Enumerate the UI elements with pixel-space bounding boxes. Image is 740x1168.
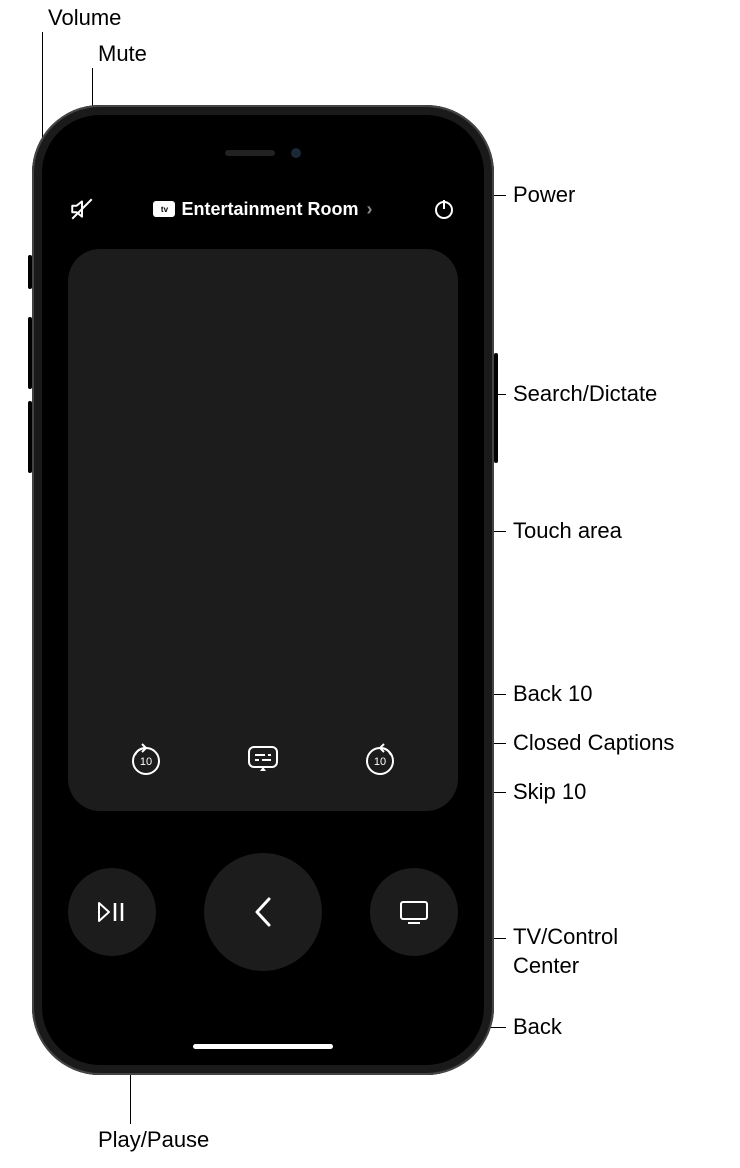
tv-control-center-button[interactable] <box>370 868 458 956</box>
speaker <box>225 150 275 156</box>
silent-switch[interactable] <box>28 255 32 289</box>
top-bar: tv Entertainment Room › <box>64 189 462 229</box>
callout-play-pause: Play/Pause <box>98 1126 209 1155</box>
tv-icon <box>398 899 430 925</box>
callout-volume: Volume <box>48 4 121 33</box>
closed-captions-icon <box>246 744 280 774</box>
svg-text:10: 10 <box>374 756 386 768</box>
back-10-icon: 10 <box>128 741 164 777</box>
phone-frame: tv Entertainment Room › 10 <box>32 105 494 1075</box>
mute-icon <box>69 196 95 222</box>
skip-10-icon: 10 <box>362 741 398 777</box>
device-selector[interactable]: tv Entertainment Room › <box>110 199 416 220</box>
callout-touch-area: Touch area <box>513 517 622 546</box>
callout-back-10: Back 10 <box>513 680 593 709</box>
power-button[interactable] <box>426 191 462 227</box>
volume-down-button[interactable] <box>28 401 32 473</box>
power-side-button[interactable] <box>494 353 498 463</box>
play-pause-icon <box>97 900 127 924</box>
volume-up-button[interactable] <box>28 317 32 389</box>
callout-search-dictate: Search/Dictate <box>513 380 657 409</box>
touchpad-controls: 10 <box>68 735 458 783</box>
back-10-button[interactable]: 10 <box>122 735 170 783</box>
chevron-right-icon: › <box>367 199 373 220</box>
callout-mute: Mute <box>98 40 147 69</box>
closed-captions-button[interactable] <box>239 735 287 783</box>
callout-tv-control-center: TV/Control Center <box>513 923 618 980</box>
play-pause-button[interactable] <box>68 868 156 956</box>
screen: tv Entertainment Room › 10 <box>46 119 480 1061</box>
back-button[interactable] <box>204 853 322 971</box>
appletv-badge-icon: tv <box>153 201 175 217</box>
touch-area[interactable]: 10 <box>68 249 458 811</box>
front-camera <box>291 148 301 158</box>
power-icon <box>432 197 456 221</box>
home-indicator[interactable] <box>193 1044 333 1049</box>
callout-closed-captions: Closed Captions <box>513 729 674 758</box>
bottom-controls <box>68 853 458 971</box>
callout-skip-10: Skip 10 <box>513 778 586 807</box>
device-name-label: Entertainment Room <box>181 199 358 220</box>
back-chevron-icon <box>252 895 274 929</box>
mute-button[interactable] <box>64 191 100 227</box>
notch <box>203 137 323 169</box>
callout-power: Power <box>513 181 575 210</box>
skip-10-button[interactable]: 10 <box>356 735 404 783</box>
svg-text:10: 10 <box>140 756 152 768</box>
callout-back: Back <box>513 1013 562 1042</box>
